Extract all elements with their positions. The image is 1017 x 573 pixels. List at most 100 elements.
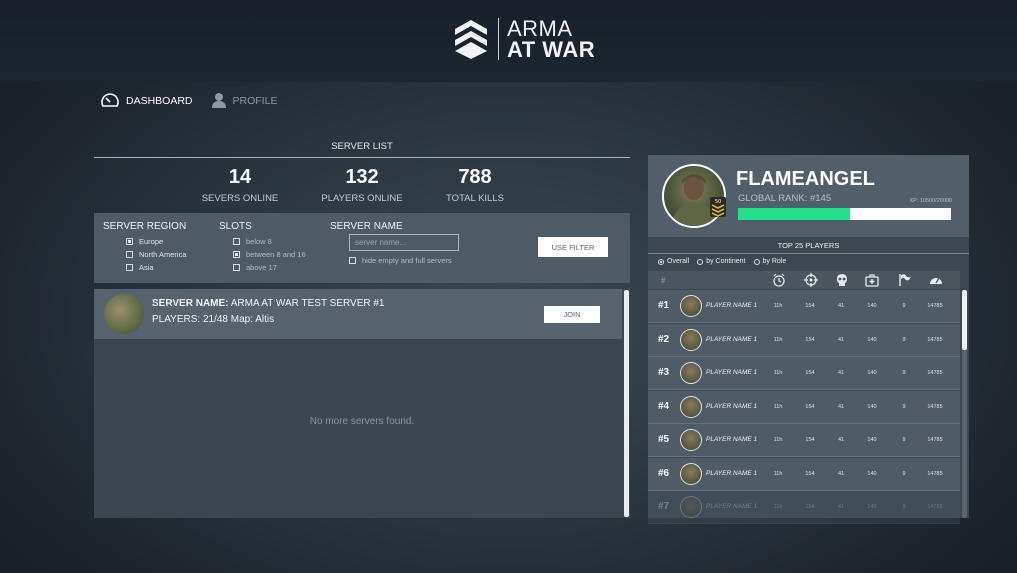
stat-label: TOTAL KILLS	[446, 193, 504, 204]
server-row[interactable]: SERVER NAME: ARMA AT WAR TEST SERVER #1 …	[94, 289, 622, 339]
server-players-line: PLAYERS: 21/48 Map: Altis	[152, 314, 275, 325]
row-stat-c2: 154	[805, 504, 815, 510]
checkbox[interactable]	[233, 251, 240, 258]
row-stat-c5: 9	[902, 303, 906, 309]
row-stat-c6: 14785	[927, 504, 943, 510]
row-stat-c3: 41	[837, 504, 845, 510]
checkbox[interactable]	[126, 264, 133, 271]
row-rank: #7	[658, 501, 670, 512]
stat-label: PLAYERS ONLINE	[321, 193, 403, 204]
top-bar: ARMA AT WAR	[0, 0, 1017, 82]
hide-empty-full-label: hide empty and full servers	[362, 256, 452, 265]
avatar	[680, 395, 702, 418]
filter-panel: SERVER REGION Europe North America Asia …	[94, 213, 630, 283]
leaderboard-row[interactable]: #3 PLAYER NAME 1 11h 154 41 140 9 14785	[648, 357, 960, 390]
region-option-asia[interactable]: Asia	[126, 263, 154, 272]
slots-option-above-17[interactable]: above 17	[233, 263, 277, 272]
leaderboard-row[interactable]: #6 PLAYER NAME 1 11h 154 41 140 9 14785	[648, 457, 960, 491]
server-name-input[interactable]	[349, 234, 459, 251]
logo-line-2: AT WAR	[507, 37, 596, 62]
region-option-europe[interactable]: Europe	[126, 237, 163, 246]
checkbox[interactable]	[349, 257, 356, 264]
nav-dashboard[interactable]: DASHBOARD	[100, 92, 193, 109]
row-stat-c4: 140	[867, 470, 877, 477]
row-stat-time: 11h	[773, 504, 783, 510]
radio-button[interactable]	[697, 258, 704, 265]
avatar	[680, 328, 702, 351]
row-stat-time: 11h	[773, 470, 783, 477]
row-stat-c3: 41	[837, 403, 845, 410]
row-stat-time: 11h	[773, 336, 783, 343]
row-stat-time: 11h	[773, 437, 783, 443]
checkbox[interactable]	[126, 238, 133, 245]
slots-option-label: between 8 and 16	[246, 250, 306, 259]
soldier-portrait-icon	[672, 174, 716, 226]
clock-icon	[773, 273, 785, 287]
row-stat-c2: 154	[805, 470, 815, 477]
avatar	[680, 429, 702, 451]
row-rank: #2	[658, 333, 670, 345]
leaderboard-row[interactable]: #2 PLAYER NAME 1 11h 154 41 140 9 14785	[648, 323, 960, 357]
row-stat-c5: 9	[902, 403, 906, 410]
leaderboard-scroll-track[interactable]	[962, 290, 967, 518]
server-name-label: SERVER NAME:	[152, 298, 229, 309]
leaderboard-title: TOP 25 PLAYERS	[777, 241, 840, 250]
row-stat-c4: 140	[867, 403, 877, 410]
row-stat-time: 11h	[773, 370, 783, 376]
arma-logo-icon	[455, 20, 487, 59]
region-option-north-america[interactable]: North America	[126, 250, 187, 259]
radio-button[interactable]	[658, 258, 664, 265]
leaderboard-row[interactable]: #4 PLAYER NAME 1 11h 154 41 140 9 14785	[648, 390, 960, 424]
xp-progress-fill	[738, 208, 850, 220]
row-stat-c5: 9	[902, 336, 906, 343]
server-name-filter-title: SERVER NAME	[330, 221, 403, 232]
filter-overall[interactable]: Overall	[658, 258, 689, 265]
slots-option-label: above 17	[246, 263, 277, 272]
slots-option-8-16[interactable]: between 8 and 16	[233, 250, 306, 259]
checkbox[interactable]	[233, 238, 240, 245]
row-stat-c5: 9	[902, 504, 906, 510]
row-stat-c2: 154	[805, 370, 815, 376]
dashboard-icon	[101, 93, 119, 107]
row-stat-c3: 41	[837, 336, 845, 343]
row-stat-c6: 14785	[927, 303, 943, 309]
skull-icon	[837, 274, 847, 286]
leaderboard-scroll-thumb[interactable]	[962, 290, 967, 350]
use-filter-button[interactable]: USE FILTER	[538, 237, 608, 257]
leaderboard-row[interactable]: #7 PLAYER NAME 1 11h 154 41 140 9 14785	[648, 491, 960, 524]
slots-option-below-8[interactable]: below 8	[233, 237, 272, 246]
slots-option-label: below 8	[246, 237, 272, 246]
row-rank: #6	[658, 467, 670, 479]
xp-progress-bar	[738, 208, 951, 220]
server-list-scrollbar[interactable]	[624, 290, 629, 517]
row-stat-c4: 140	[867, 370, 877, 376]
radio-button[interactable]	[753, 258, 760, 265]
flag-icon	[899, 274, 911, 286]
checkbox[interactable]	[126, 251, 133, 258]
row-rank: #1	[658, 300, 670, 311]
empty-list-message: No more servers found.	[309, 416, 415, 427]
row-stat-c2: 154	[805, 437, 815, 443]
avatar	[662, 164, 726, 228]
stat-label: SEVERS ONLINE	[201, 193, 279, 204]
crosshair-icon	[804, 273, 818, 287]
row-stat-c2: 154	[805, 403, 815, 410]
leaderboard-row[interactable]: #5 PLAYER NAME 1 11h 154 41 140 9 14785	[648, 424, 960, 457]
row-stat-c4: 140	[867, 336, 877, 343]
nav-profile[interactable]: PROFILE	[211, 92, 277, 109]
row-rank: #5	[658, 434, 670, 445]
leaderboard-row[interactable]: #1 PLAYER NAME 1 11h 154 41 140 9 14785	[648, 290, 960, 323]
join-button[interactable]: JOIN	[544, 306, 600, 323]
row-stat-time: 11h	[773, 403, 783, 410]
checkbox[interactable]	[233, 264, 240, 271]
filter-label: by Role	[762, 258, 787, 265]
logo-line-1: ARMA	[507, 16, 573, 41]
filter-by-continent[interactable]: by Continent	[697, 258, 746, 265]
stat-servers-online: 14 SEVERS ONLINE	[185, 166, 295, 204]
hide-empty-full-option[interactable]: hide empty and full servers	[349, 256, 452, 265]
row-player-name: PLAYER NAME 1	[706, 369, 758, 376]
row-stat-c5: 9	[902, 470, 906, 477]
row-stat-c4: 140	[867, 504, 877, 510]
filter-by-role[interactable]: by Role	[753, 258, 787, 265]
region-option-label: Asia	[139, 263, 154, 272]
